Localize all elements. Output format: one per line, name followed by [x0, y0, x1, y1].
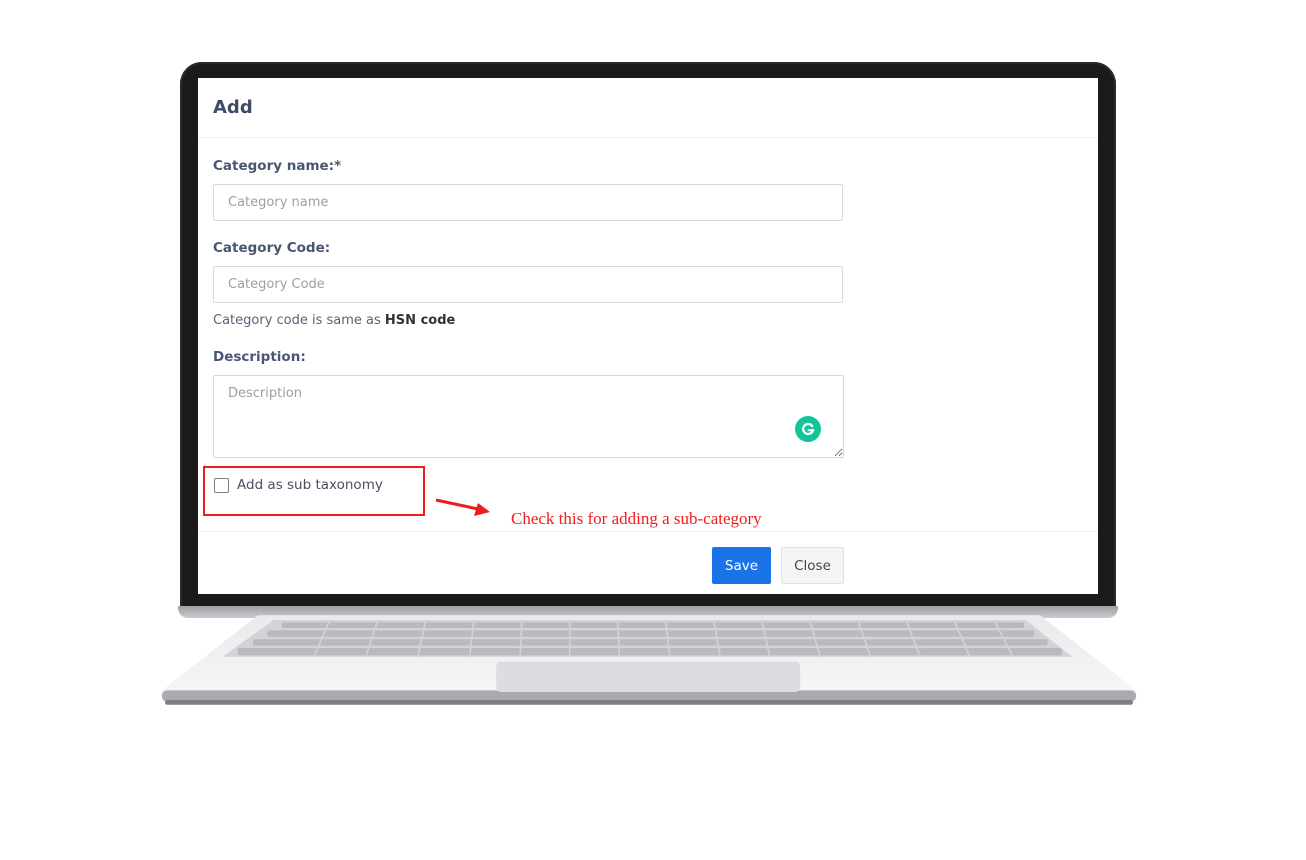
annotation-arrow-icon — [435, 498, 490, 516]
modal-title: Add — [213, 97, 253, 118]
description-textarea[interactable] — [213, 375, 844, 458]
description-label: Description: — [213, 349, 306, 365]
laptop-base — [40, 612, 1258, 716]
grammarly-icon[interactable] — [795, 416, 821, 442]
category-code-help: Category code is same as HSN code — [213, 313, 455, 328]
category-code-label: Category Code: — [213, 240, 331, 256]
annotation-highlight-box — [203, 466, 425, 516]
category-name-input[interactable] — [213, 184, 843, 221]
close-button[interactable]: Close — [781, 547, 844, 584]
category-name-label: Category name:* — [213, 158, 342, 174]
footer-divider — [198, 531, 1098, 532]
screen: Add Category name:* Category Code: Categ… — [198, 78, 1098, 594]
save-button[interactable]: Save — [712, 547, 771, 584]
help-text-bold: HSN code — [384, 313, 456, 328]
category-code-input[interactable] — [213, 266, 843, 303]
header-divider — [198, 137, 1098, 138]
keyboard-deck — [161, 615, 1137, 705]
annotation-text: Check this for adding a sub-category — [511, 509, 762, 528]
help-text-prefix: Category code is same as — [213, 313, 385, 328]
